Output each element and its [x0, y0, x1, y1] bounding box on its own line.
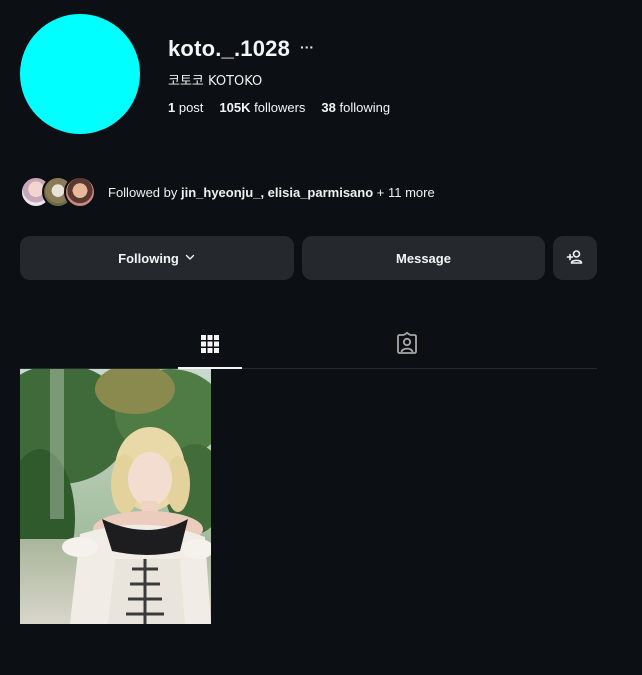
grid-icon	[200, 334, 220, 359]
followers-stat[interactable]: 105K followers	[219, 100, 305, 115]
followers-label: followers	[250, 100, 306, 115]
post-thumbnail[interactable]	[20, 369, 211, 624]
username: koto._.1028	[168, 36, 291, 61]
following-button[interactable]: Following	[20, 236, 294, 280]
posts-label: post	[175, 100, 204, 115]
add-person-icon	[566, 248, 584, 269]
tagged-person-icon	[395, 331, 419, 361]
following-stat[interactable]: 38 following	[321, 100, 390, 115]
profile-avatar[interactable]	[20, 14, 140, 134]
username-row: koto._.1028 ···	[168, 36, 314, 62]
chevron-down-icon	[184, 251, 196, 266]
profile-tabs	[20, 325, 597, 369]
posts-stat: 1 post	[168, 100, 203, 115]
more-options-icon[interactable]: ···	[300, 39, 314, 55]
followed-by-suffix: + 11 more	[373, 184, 435, 200]
followers-count: 105K	[219, 100, 251, 115]
tab-posts[interactable]	[178, 325, 242, 369]
suggested-users-button[interactable]	[553, 236, 597, 280]
profile-page: koto._.1028 ··· 코토코 KOTOKO 1 post 105K f…	[0, 0, 642, 675]
following-label: following	[335, 100, 391, 115]
following-button-label: Following	[118, 250, 179, 266]
mutual-avatars	[20, 176, 96, 208]
profile-stats: 1 post 105K followers 38 following	[168, 100, 390, 115]
display-name: 코토코 KOTOKO	[168, 74, 263, 89]
following-count: 38	[321, 100, 336, 115]
tab-tagged[interactable]	[375, 325, 439, 368]
followed-by-prefix: Followed by	[108, 184, 181, 200]
message-button[interactable]: Message	[302, 236, 545, 280]
mutual-avatar	[64, 176, 96, 208]
followed-by-names: jin_hyeonju_, elisia_parmisano	[180, 184, 374, 200]
followed-by[interactable]: Followed by jin_hyeonju_, elisia_parmisa…	[20, 176, 435, 208]
message-button-label: Message	[396, 250, 451, 266]
post-photo	[20, 369, 211, 624]
followed-by-text: Followed by jin_hyeonju_, elisia_parmisa…	[108, 185, 435, 200]
